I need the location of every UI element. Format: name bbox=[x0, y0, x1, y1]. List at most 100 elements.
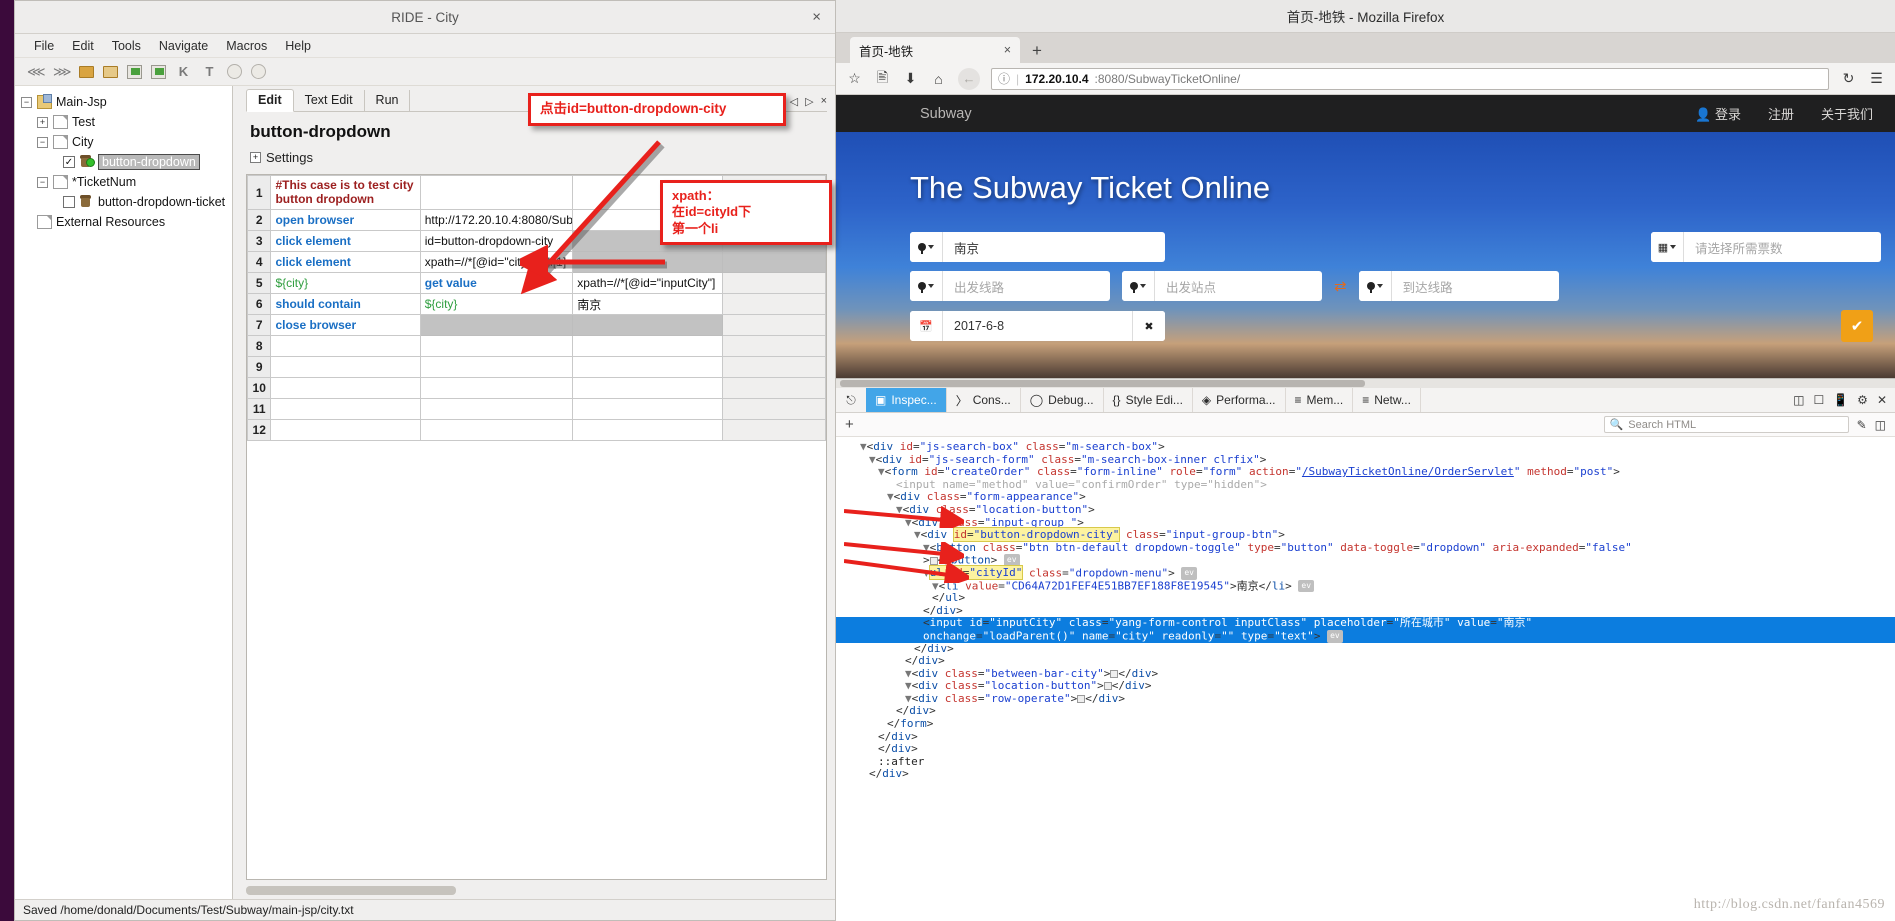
tree-node-button-dropdown[interactable]: ✓ button-dropdown bbox=[21, 152, 232, 172]
dock-icon[interactable]: ☐ bbox=[1813, 393, 1824, 407]
grid-cell[interactable] bbox=[572, 335, 723, 357]
tab-edit[interactable]: Edit bbox=[246, 89, 294, 112]
back-icon[interactable]: ⋘ bbox=[27, 63, 46, 80]
tab-network[interactable]: ≡ Netw... bbox=[1353, 388, 1421, 412]
responsive-icon[interactable]: 📱 bbox=[1833, 393, 1848, 407]
stop-icon[interactable] bbox=[251, 64, 266, 79]
grid-cell[interactable]: should contain bbox=[270, 293, 421, 315]
start-station-group[interactable]: 出发站点 bbox=[1122, 271, 1322, 301]
ticket-count-group[interactable]: ▦ 请选择所需票数 bbox=[1651, 232, 1881, 262]
forward-icon[interactable]: ⋙ bbox=[53, 63, 72, 80]
home-icon[interactable]: ⌂ bbox=[930, 71, 947, 87]
nav-register[interactable]: 注册 bbox=[1768, 104, 1794, 123]
grid-cell[interactable]: open browser bbox=[270, 209, 421, 231]
reload-icon[interactable]: ↻ bbox=[1840, 70, 1857, 87]
tab-memory[interactable]: ≡ Mem... bbox=[1286, 388, 1354, 412]
tab-debugger[interactable]: ◯ Debug... bbox=[1021, 388, 1104, 412]
project-tree[interactable]: − Main-Jsp + Test − City ✓ button-dropdo… bbox=[15, 86, 233, 899]
dom-node-line[interactable]: ▼ul id="cityId" class="dropdown-menu"> e… bbox=[836, 565, 1895, 581]
grid-cell[interactable]: ${city} bbox=[270, 272, 421, 294]
test-step-grid[interactable]: 1 #This case is to test city button dropd… bbox=[246, 174, 827, 880]
open-folder-icon[interactable] bbox=[79, 65, 94, 78]
table-row[interactable]: 4 click element xpath=//*[@id="cityId"]/li… bbox=[247, 251, 826, 273]
city-input-group[interactable]: 南京 bbox=[910, 232, 1165, 262]
panel-icon[interactable]: ◫ bbox=[1875, 418, 1886, 432]
grid-cell[interactable]: click element bbox=[270, 251, 421, 273]
new-folder-icon[interactable] bbox=[103, 65, 118, 78]
grid-cell[interactable]: get value bbox=[419, 272, 574, 294]
date-group[interactable]: 📅 2017-6-8 ✖ bbox=[910, 311, 1165, 341]
grid-cell[interactable] bbox=[572, 356, 723, 378]
grid-cell[interactable] bbox=[270, 398, 421, 420]
grid-cell[interactable]: #This case is to test city button dropdo… bbox=[270, 175, 421, 210]
dom-node-line[interactable]: </div> bbox=[836, 642, 1895, 656]
reader-icon[interactable]: 🖹 bbox=[874, 67, 891, 91]
close-icon[interactable]: ✕ bbox=[1877, 393, 1887, 407]
grid-cell[interactable]: id=button-dropdown-city bbox=[419, 230, 574, 252]
page-info-icon[interactable]: ⓘ bbox=[998, 70, 1010, 87]
calendar-icon[interactable]: 📅 bbox=[910, 311, 943, 341]
dom-node-line[interactable]: </ul> bbox=[836, 591, 1895, 605]
date-clear-button[interactable]: ✖ bbox=[1132, 311, 1165, 341]
table-row[interactable]: 5 ${city} get value xpath=//*[@id="inputCit… bbox=[247, 272, 826, 294]
grid-cell[interactable]: close browser bbox=[270, 314, 421, 336]
grid-cell[interactable] bbox=[721, 377, 826, 399]
table-row[interactable]: 11 bbox=[247, 398, 826, 420]
grid-cell[interactable] bbox=[572, 398, 723, 420]
testcase-checkbox[interactable]: ✓ bbox=[63, 156, 75, 168]
save-all-icon[interactable] bbox=[151, 64, 166, 79]
grid-cell[interactable]: 南京 bbox=[572, 293, 723, 315]
grid-cell[interactable] bbox=[572, 419, 723, 441]
tree-node-external-resources[interactable]: External Resources bbox=[21, 212, 232, 232]
table-row[interactable]: 6 should contain ${city} 南京 bbox=[247, 293, 826, 315]
grid-cell[interactable] bbox=[572, 251, 723, 273]
grid-cell[interactable]: xpath=//*[@id="inputCity"] bbox=[572, 272, 723, 294]
end-line-input[interactable]: 到达线路 bbox=[1392, 271, 1464, 301]
grid-cell[interactable] bbox=[572, 314, 723, 336]
new-keyword-icon[interactable]: K bbox=[175, 63, 192, 80]
dom-node-line[interactable]: </div> bbox=[836, 768, 1895, 781]
table-row[interactable]: 9 bbox=[247, 356, 826, 378]
menu-help[interactable]: Help bbox=[276, 37, 320, 55]
ticket-count-input[interactable]: 请选择所需票数 bbox=[1684, 232, 1794, 262]
tree-node-city[interactable]: − City bbox=[21, 132, 232, 152]
dom-node-line[interactable]: <input id="inputCity" class="yang-form-c… bbox=[836, 617, 1895, 630]
tab-console[interactable]: 〉 Cons... bbox=[947, 388, 1021, 412]
tab-text-edit[interactable]: Text Edit bbox=[294, 90, 365, 111]
grid-cell[interactable] bbox=[721, 356, 826, 378]
site-brand[interactable]: Subway bbox=[920, 106, 972, 122]
dom-node-line[interactable]: ▼<div class="row-operate"> </div> bbox=[836, 692, 1895, 706]
tab-style-editor[interactable]: {} Style Edi... bbox=[1104, 388, 1193, 412]
settings-toggle[interactable]: + Settings bbox=[246, 150, 827, 174]
dom-tree[interactable]: ▼<div id="js-search-box" class="m-search… bbox=[836, 437, 1895, 921]
table-row[interactable]: 10 bbox=[247, 377, 826, 399]
grid-cell[interactable] bbox=[721, 293, 826, 315]
dom-node-line[interactable]: ▼<button class="btn btn-default dropdown… bbox=[836, 541, 1895, 555]
grid-cell[interactable] bbox=[270, 356, 421, 378]
close-icon[interactable]: × bbox=[1004, 43, 1011, 57]
new-tab-button[interactable]: + bbox=[1020, 41, 1052, 63]
back-icon[interactable]: ← bbox=[958, 67, 980, 90]
grid-cell[interactable] bbox=[419, 398, 574, 420]
search-html-box[interactable]: 🔍 Search HTML bbox=[1603, 416, 1849, 433]
grid-cell[interactable] bbox=[721, 335, 826, 357]
save-icon[interactable] bbox=[127, 64, 142, 79]
tab-inspector[interactable]: ▣ Inspec... bbox=[866, 388, 947, 412]
grid-icon[interactable]: ▦ bbox=[1651, 232, 1684, 262]
page-horizontal-scrollbar[interactable] bbox=[836, 379, 1895, 388]
browser-tab[interactable]: 首页-地铁 × bbox=[850, 37, 1020, 63]
pin-dropdown-start-line[interactable] bbox=[910, 271, 943, 301]
edit-icon[interactable]: ✎ bbox=[1857, 418, 1867, 432]
dom-node-line[interactable]: </div> bbox=[836, 742, 1895, 756]
start-line-group[interactable]: 出发线路 bbox=[910, 271, 1110, 301]
pin-dropdown-end-line[interactable] bbox=[1358, 271, 1392, 301]
grid-cell[interactable] bbox=[419, 335, 574, 357]
expander-icon[interactable]: − bbox=[21, 96, 32, 108]
table-row[interactable]: 12 bbox=[247, 419, 826, 441]
grid-cell[interactable] bbox=[721, 314, 826, 336]
grid-cell[interactable]: ${city} bbox=[419, 293, 574, 315]
bookmark-star-icon[interactable]: ☆ bbox=[846, 70, 863, 87]
dom-node-line[interactable]: </div> bbox=[836, 705, 1895, 718]
ride-close-button[interactable]: × bbox=[812, 10, 821, 25]
tree-node-main-jsp[interactable]: − Main-Jsp bbox=[21, 92, 232, 112]
